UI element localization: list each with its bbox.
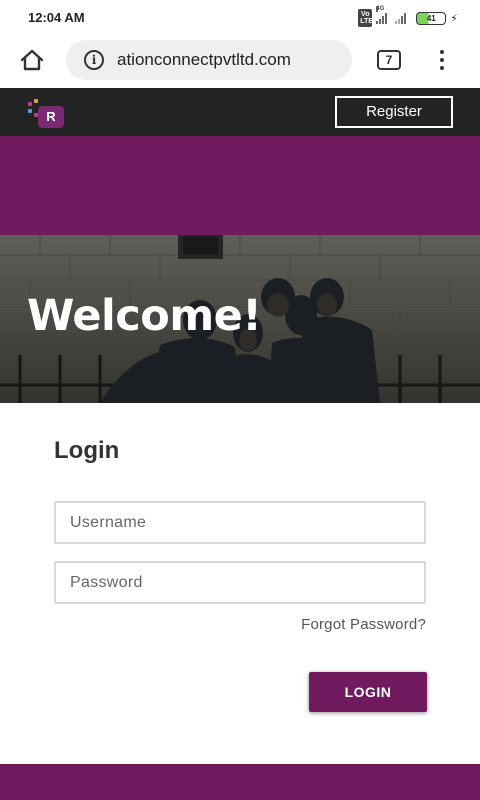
- url-text[interactable]: ationconnectpvtltd.com: [117, 50, 291, 70]
- tab-count: 7: [385, 53, 393, 67]
- signal-icon: [395, 12, 407, 24]
- purple-banner: [0, 136, 480, 235]
- footer-band: [0, 764, 480, 800]
- login-title: Login: [54, 437, 120, 464]
- info-icon[interactable]: i: [84, 50, 104, 70]
- site-header: R Register: [0, 88, 480, 136]
- battery-icon: 41: [416, 11, 447, 25]
- register-button[interactable]: Register: [335, 96, 453, 128]
- browser-toolbar: i ationconnectpvtltd.com 7: [0, 36, 480, 88]
- login-button[interactable]: LOGIN: [309, 672, 427, 712]
- password-input[interactable]: [54, 561, 426, 604]
- address-bar[interactable]: i ationconnectpvtltd.com: [66, 40, 352, 80]
- status-icons: Vo LTE 4G 41 ⚡: [358, 6, 458, 27]
- hero-title: Welcome!: [27, 291, 262, 341]
- logo-letter: R: [38, 106, 64, 128]
- site-logo[interactable]: R: [26, 98, 68, 130]
- status-time: 12:04 AM: [28, 10, 85, 25]
- battery-level: 41: [426, 13, 436, 23]
- forgot-password-link[interactable]: Forgot Password?: [301, 616, 426, 633]
- more-vert-icon[interactable]: [434, 48, 450, 72]
- login-form: Login Forgot Password? LOGIN: [0, 403, 480, 764]
- home-button[interactable]: [18, 46, 46, 74]
- signal-icon: 4G: [376, 6, 388, 24]
- username-input[interactable]: [54, 501, 426, 544]
- home-icon: [20, 49, 44, 71]
- charging-icon: ⚡: [450, 12, 458, 25]
- hero-banner: Welcome!: [0, 235, 480, 403]
- network-type: 4G: [376, 6, 385, 12]
- volte-icon: Vo LTE: [358, 9, 373, 27]
- tabs-button[interactable]: 7: [377, 50, 401, 70]
- status-bar: 12:04 AM Vo LTE 4G 41 ⚡: [0, 0, 480, 36]
